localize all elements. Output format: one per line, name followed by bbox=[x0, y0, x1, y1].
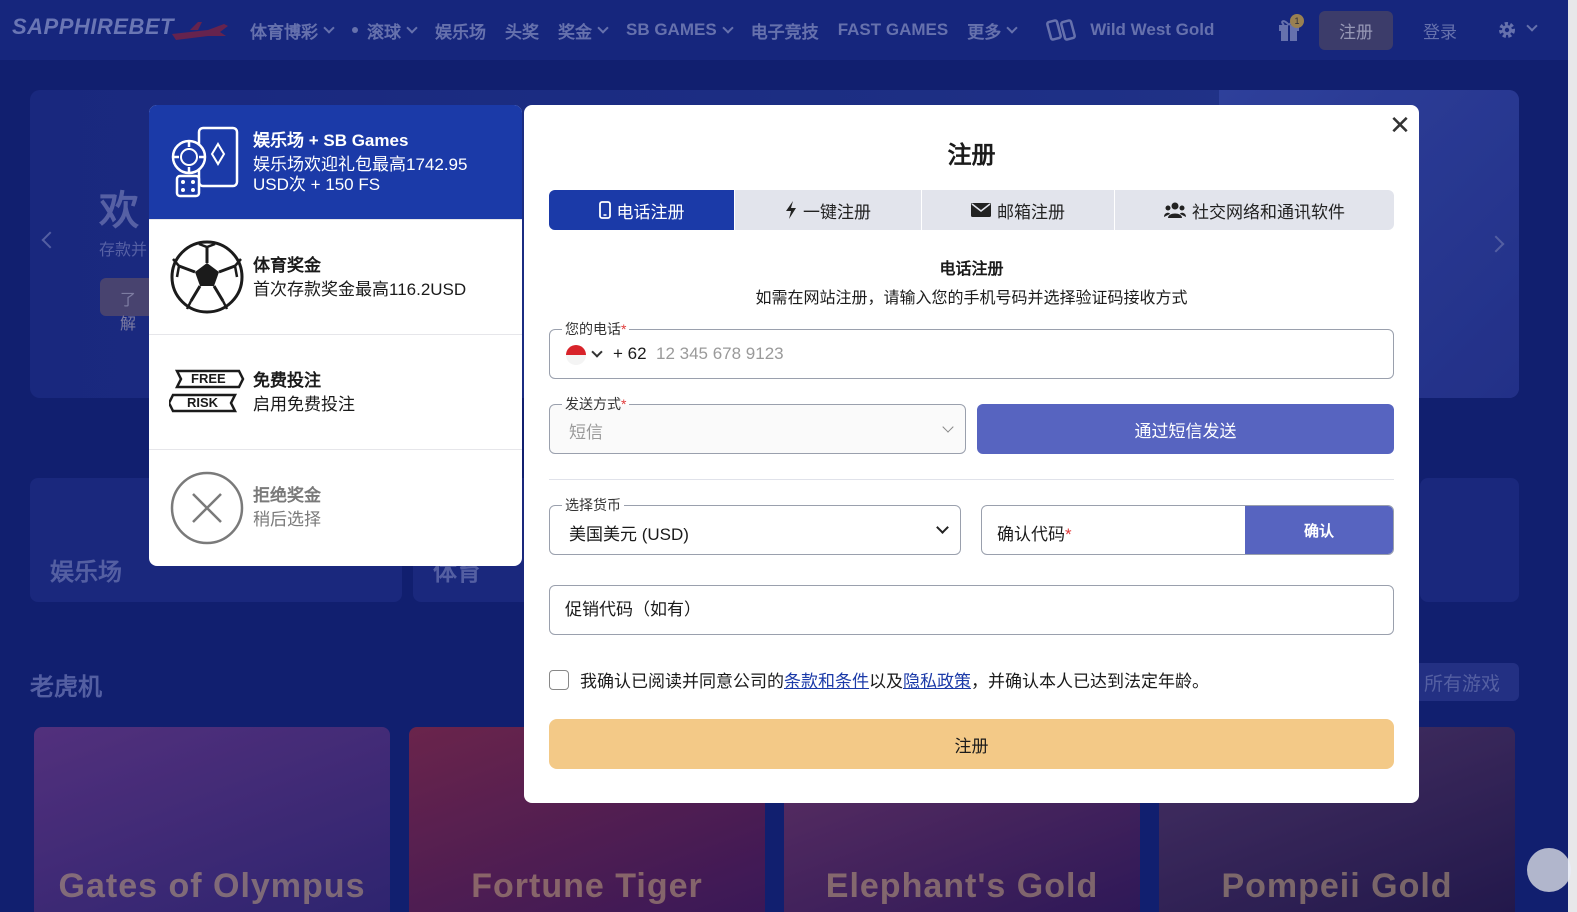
tab-email[interactable]: 邮箱注册 bbox=[922, 190, 1115, 230]
bonus-title: 娱乐场 + SB Games bbox=[253, 130, 409, 150]
free-tag: FREE bbox=[191, 371, 226, 386]
chevron-down-icon bbox=[942, 421, 954, 433]
currency-value: 美国美元 (USD) bbox=[569, 525, 689, 544]
divider bbox=[549, 479, 1394, 480]
phone-label: 您的电话 bbox=[565, 321, 621, 337]
send-sms-button[interactable]: 通过短信发送 bbox=[977, 404, 1394, 454]
promo-code-field bbox=[549, 585, 1394, 635]
tab-one-click[interactable]: 一键注册 bbox=[735, 190, 922, 230]
privacy-link[interactable]: 隐私政策 bbox=[903, 672, 971, 691]
indonesia-flag-icon[interactable] bbox=[566, 345, 586, 365]
tab-phone[interactable]: 电话注册 bbox=[549, 190, 735, 230]
close-icon[interactable]: ✕ bbox=[1388, 112, 1412, 138]
free-risk-icon: FREE RISK bbox=[169, 367, 245, 417]
bonus-description: 启用免费投注 bbox=[253, 394, 355, 414]
terms-text-suffix: ，并确认本人已达到法定年龄。 bbox=[971, 672, 1209, 691]
country-code: + 62 bbox=[613, 344, 647, 363]
terms-text-prefix: 我确认已阅读并同意公司的 bbox=[580, 672, 784, 691]
bonus-option-sports[interactable]: 体育奖金 首次存款奖金最高116.2USD bbox=[149, 220, 522, 335]
confirm-code-label: 确认代码 bbox=[997, 525, 1065, 544]
lightning-icon bbox=[786, 201, 796, 219]
confirm-code-button[interactable]: 确认 bbox=[1245, 506, 1393, 554]
terms-text-mid: 以及 bbox=[869, 672, 903, 691]
bonus-selection-panel: 娱乐场 + SB Games 娱乐场欢迎礼包最高1742.95 USD次 + 1… bbox=[149, 105, 522, 566]
users-icon bbox=[1164, 202, 1186, 218]
registration-tabs: 电话注册 一键注册 邮箱注册 社交网络和通讯软件 bbox=[549, 190, 1394, 230]
casino-chips-icon bbox=[171, 126, 239, 198]
section-description: 如需在网站注册，请输入您的手机号码并选择验证码接收方式 bbox=[755, 290, 1188, 307]
promo-code-input[interactable] bbox=[565, 596, 1365, 624]
bonus-title: 拒绝奖金 bbox=[253, 486, 321, 505]
tab-social[interactable]: 社交网络和通讯软件 bbox=[1115, 190, 1394, 230]
currency-select[interactable]: 选择货币 美国美元 (USD) bbox=[549, 496, 961, 555]
terms-link[interactable]: 条款和条件 bbox=[784, 672, 869, 691]
terms-row: 我确认已阅读并同意公司的条款和条件以及隐私政策，并确认本人已达到法定年龄。 bbox=[549, 667, 1209, 692]
chevron-down-icon bbox=[936, 521, 949, 534]
send-method-value: 短信 bbox=[569, 423, 603, 442]
decline-icon bbox=[170, 471, 244, 544]
bonus-description: 首次存款奖金最高116.2USD bbox=[253, 279, 467, 299]
section-heading: 电话注册 bbox=[939, 261, 1004, 278]
phone-icon bbox=[598, 201, 611, 219]
bonus-title: 免费投注 bbox=[253, 370, 321, 390]
bonus-option-casino[interactable]: 娱乐场 + SB Games 娱乐场欢迎礼包最高1742.95 USD次 + 1… bbox=[149, 105, 522, 220]
bonus-description: 稍后选择 bbox=[253, 510, 321, 529]
envelope-icon bbox=[971, 203, 991, 217]
phone-input[interactable] bbox=[656, 340, 1356, 368]
bonus-option-decline[interactable]: 拒绝奖金 稍后选择 bbox=[149, 450, 522, 565]
bonus-description: 娱乐场欢迎礼包最高1742.95 USD次 + 150 FS bbox=[253, 154, 468, 194]
modal-title: 注册 bbox=[947, 142, 996, 169]
risk-tag: RISK bbox=[187, 395, 219, 410]
soccer-ball-icon bbox=[170, 240, 244, 314]
register-submit-button[interactable]: 注册 bbox=[549, 719, 1394, 769]
phone-field: 您的电话* + 62 bbox=[549, 320, 1394, 379]
currency-label: 选择货币 bbox=[562, 496, 624, 514]
confirm-code-field[interactable]: 确认代码* 确认 bbox=[981, 505, 1394, 555]
registration-modal: ✕ 注册 电话注册 一键注册 邮箱注册 社交网络和通讯软件 电话注册 如需在网站… bbox=[524, 105, 1419, 803]
send-method-select[interactable]: 发送方式* 短信 bbox=[549, 395, 966, 454]
bonus-title: 体育奖金 bbox=[253, 255, 321, 275]
send-method-label: 发送方式 bbox=[565, 396, 621, 412]
terms-checkbox[interactable] bbox=[549, 669, 569, 690]
bonus-option-free-bet[interactable]: FREE RISK 免费投注 启用免费投注 bbox=[149, 335, 522, 450]
page-scrollbar[interactable] bbox=[1568, 0, 1577, 912]
chevron-down-icon[interactable] bbox=[591, 346, 603, 358]
